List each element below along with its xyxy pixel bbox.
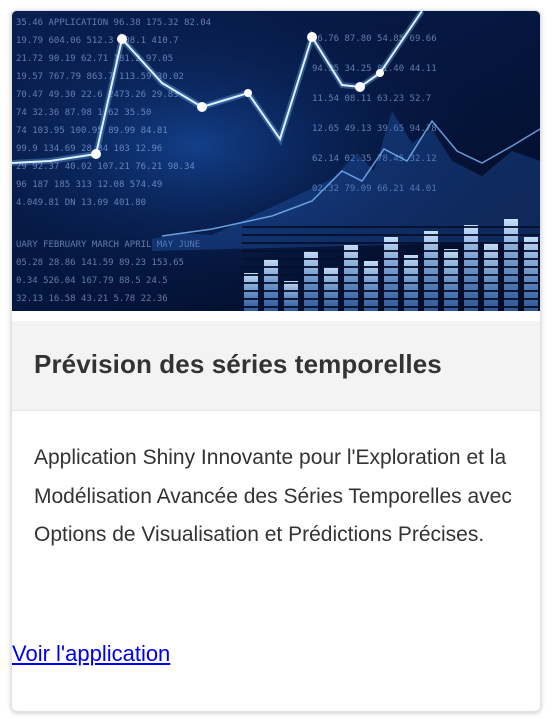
svg-text:4.049.81 DN 13.09 401.80: 4.049.81 DN 13.09 401.80 bbox=[16, 198, 146, 208]
svg-text:96 187 185 313 12.08 574.: 96 187 185 313 12.08 574.49 bbox=[16, 180, 162, 190]
svg-text:21.72 90.19 62.71 181.2 97: 21.72 90.19 62.71 181.2 97.05 bbox=[16, 54, 173, 64]
svg-text:70.47 49.30 22.6 2473.26 2: 70.47 49.30 22.6 2473.26 29.83 bbox=[16, 90, 179, 100]
svg-text:19.79 604.06 512.3 208.1: 19.79 604.06 512.3 208.1 410.7 bbox=[16, 36, 179, 46]
financial-chart-image: 35.46 APPLICATION 96.38 175.32 82.04 19.… bbox=[12, 11, 540, 311]
svg-text:12.65 49.13 39.65 94.78: 12.65 49.13 39.65 94.78 bbox=[312, 124, 437, 134]
card-title: Prévision des séries temporelles bbox=[34, 349, 442, 379]
svg-text:74 32.36 87.98 1.62 35.50: 74 32.36 87.98 1.62 35.50 bbox=[16, 108, 151, 118]
svg-text:11.54 08.11 63.23 52.7: 11.54 08.11 63.23 52.7 bbox=[312, 94, 431, 104]
app-card: 35.46 APPLICATION 96.38 175.32 82.04 19.… bbox=[11, 10, 541, 712]
svg-text:74 103.95 100.95 89.99 84.: 74 103.95 100.95 89.99 84.81 bbox=[16, 126, 168, 136]
card-header: Prévision des séries temporelles bbox=[12, 321, 540, 411]
svg-text:05.28 28.86 141.59 89.23 1: 05.28 28.86 141.59 89.23 153.65 bbox=[16, 258, 184, 268]
view-application-link[interactable]: Voir l'application bbox=[12, 641, 170, 667]
card-description: Application Shiny Innovante pour l'Explo… bbox=[34, 446, 512, 546]
svg-text:32.13 16.58 43.21 5.78 22.: 32.13 16.58 43.21 5.78 22.36 bbox=[16, 294, 168, 304]
svg-text:0.34 526.04 167.79 88.5 24: 0.34 526.04 167.79 88.5 24.5 bbox=[16, 276, 168, 286]
svg-text:96.76 87.80 54.85 69.66: 96.76 87.80 54.85 69.66 bbox=[312, 34, 437, 44]
svg-text:35.46 APPLICATION 96.38 175: 35.46 APPLICATION 96.38 175.32 82.04 bbox=[16, 18, 211, 28]
